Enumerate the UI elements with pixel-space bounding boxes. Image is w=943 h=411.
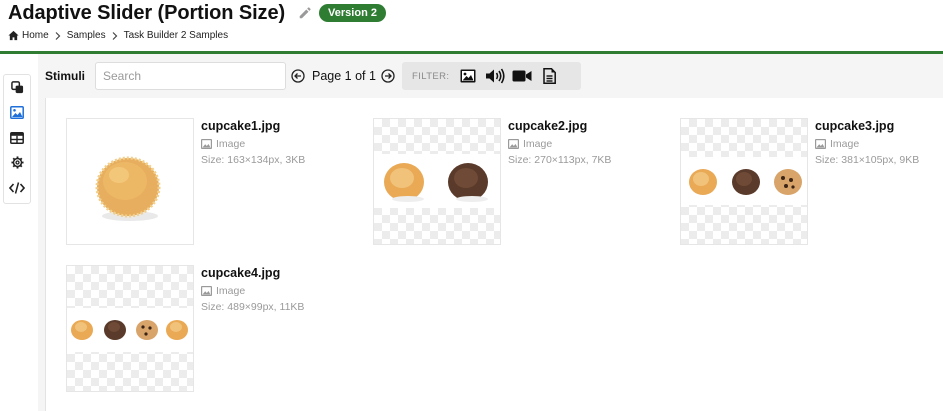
filter-image-button[interactable] [458, 66, 478, 86]
code-button[interactable] [4, 175, 30, 200]
page-header: Adaptive Slider (Portion Size) Version 2… [0, 0, 943, 52]
file-size: Size: 163×134px, 3KB [201, 154, 306, 166]
image-icon [460, 69, 476, 83]
file-thumbnail[interactable] [680, 118, 808, 245]
page-indicator: Page 1 of 1 [312, 69, 376, 83]
file-thumbnail[interactable] [66, 118, 194, 245]
breadcrumb-task-builder[interactable]: Task Builder 2 Samples [124, 30, 229, 41]
chevron-right-icon [112, 31, 118, 40]
page-title: Adaptive Slider (Portion Size) [8, 1, 286, 24]
filter-video-button[interactable] [512, 66, 532, 86]
breadcrumb-samples[interactable]: Samples [67, 30, 106, 41]
file-size: Size: 489×99px, 11KB [201, 301, 305, 313]
file-card[interactable]: cupcake3.jpg Image Size: 381×105px, 9KB [660, 98, 943, 245]
file-meta: cupcake4.jpg Image Size: 489×99px, 11KB [201, 266, 341, 313]
settings-button[interactable] [4, 150, 30, 175]
file-name[interactable]: cupcake2.jpg [508, 119, 648, 133]
file-type-label: Image [216, 285, 246, 297]
file-type-label: Image [523, 138, 553, 150]
pencil-icon[interactable] [297, 6, 312, 21]
code-icon [9, 181, 25, 194]
file-meta: cupcake1.jpg Image Size: 163×134px, 3KB [201, 119, 341, 166]
image-icon [10, 106, 24, 119]
pager: Page 1 of 1 [291, 62, 395, 90]
title-row: Adaptive Slider (Portion Size) Version 2 [8, 1, 386, 25]
stimuli-toolbar: Stimuli Page 1 of 1 FILTER: [38, 54, 943, 98]
filter-group: FILTER: [402, 62, 581, 90]
table-icon [10, 131, 24, 144]
file-meta: cupcake2.jpg Image Size: 270×113px, 7KB [508, 119, 648, 166]
side-toolbar [3, 74, 31, 204]
breadcrumb: Home Samples Task Builder 2 Samples [8, 30, 228, 41]
copy-icon [10, 81, 23, 94]
filter-document-button[interactable] [539, 66, 559, 86]
cupcake-image [681, 157, 807, 205]
file-meta: cupcake3.jpg Image Size: 381×105px, 9KB [815, 119, 943, 166]
table-button[interactable] [4, 125, 30, 150]
cupcake-image [95, 156, 161, 221]
home-icon [8, 30, 19, 41]
breadcrumb-home[interactable]: Home [8, 30, 49, 41]
gear-icon [10, 156, 24, 169]
section-label: Stimuli [45, 69, 86, 83]
document-icon [543, 68, 556, 84]
file-size: Size: 270×113px, 7KB [508, 154, 612, 166]
media-button[interactable] [4, 100, 30, 125]
filter-audio-button[interactable] [485, 66, 506, 86]
image-icon [815, 139, 826, 149]
file-name[interactable]: cupcake4.jpg [201, 266, 341, 280]
file-card[interactable]: cupcake1.jpg Image Size: 163×134px, 3KB [46, 98, 346, 245]
chevron-right-icon [55, 31, 61, 40]
file-type-label: Image [830, 138, 860, 150]
breadcrumb-label: Home [22, 30, 49, 41]
image-icon [201, 139, 212, 149]
stimuli-grid: cupcake1.jpg Image Size: 163×134px, 3KB … [45, 98, 943, 411]
file-type: Image [815, 138, 943, 150]
image-icon [508, 139, 519, 149]
audio-icon [486, 68, 506, 84]
file-type: Image [201, 138, 341, 150]
filter-label: FILTER: [412, 70, 450, 82]
file-name[interactable]: cupcake1.jpg [201, 119, 341, 133]
file-thumbnail[interactable] [66, 265, 194, 392]
cupcake-image [67, 308, 193, 352]
file-size: Size: 381×105px, 9KB [815, 154, 920, 166]
file-type: Image [508, 138, 648, 150]
file-name[interactable]: cupcake3.jpg [815, 119, 943, 133]
version-badge[interactable]: Version 2 [319, 4, 386, 22]
cupcake-image [374, 154, 500, 208]
file-type: Image [201, 285, 341, 297]
previous-page-icon[interactable] [291, 69, 305, 83]
file-card[interactable]: cupcake4.jpg Image Size: 489×99px, 11KB [46, 245, 346, 392]
video-icon [512, 70, 532, 82]
file-card[interactable]: cupcake2.jpg Image Size: 270×113px, 7KB [353, 98, 653, 245]
image-icon [201, 286, 212, 296]
search-input[interactable] [95, 62, 286, 90]
copy-button[interactable] [4, 75, 30, 100]
file-type-label: Image [216, 138, 246, 150]
next-page-icon[interactable] [381, 69, 395, 83]
file-thumbnail[interactable] [373, 118, 501, 245]
